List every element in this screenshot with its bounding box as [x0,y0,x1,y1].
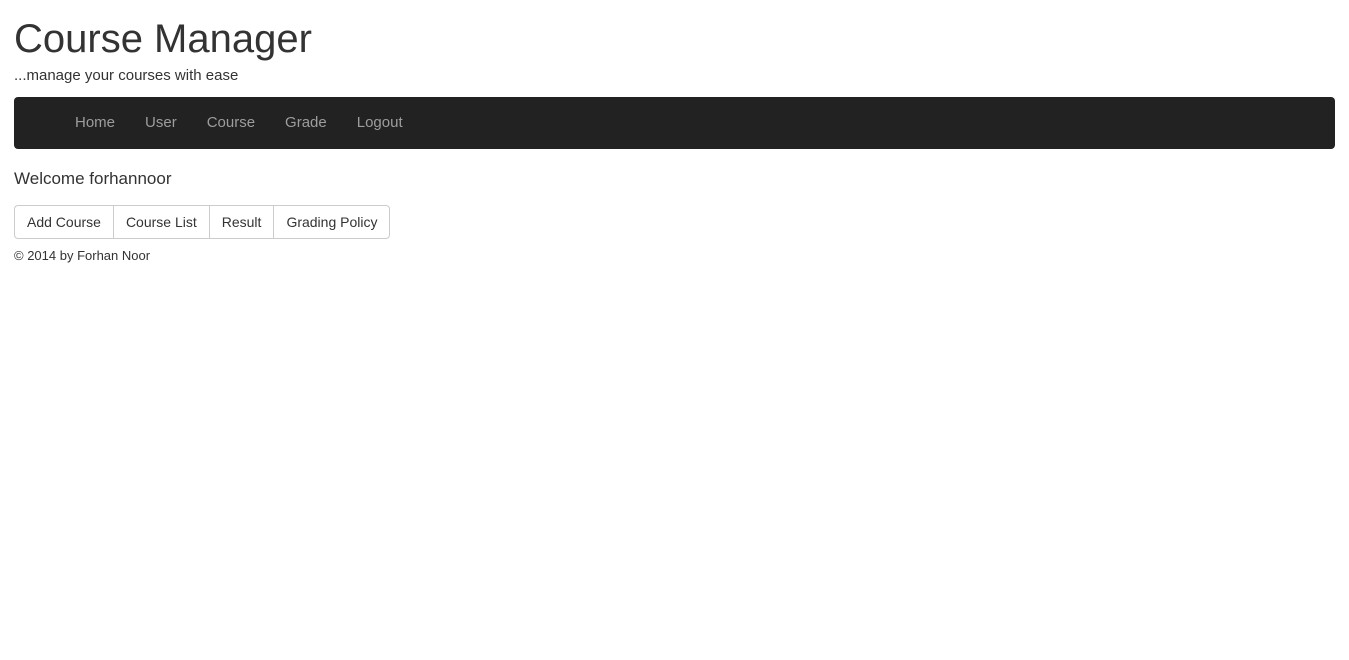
nav-link-grade[interactable]: Grade [270,97,342,149]
page-container: Course Manager ...manage your courses wi… [14,0,1335,265]
welcome-message: Welcome forhannoor [14,169,172,188]
nav-item-logout: Logout [342,97,418,149]
course-actions-button-group: Add Course Course List Result Grading Po… [14,205,391,239]
nav-item-grade: Grade [270,97,342,149]
page-footer: © 2014 by Forhan Noor [14,247,1335,265]
page-root: Course Manager ...manage your courses wi… [0,0,1349,660]
result-button[interactable]: Result [208,205,274,239]
navbar-list: Home User Course Grade Logout [14,97,418,149]
main-content: Welcome forhannoor Add Course Course Lis… [14,149,1335,265]
nav-item-user: User [130,97,192,149]
copyright-text: © 2014 by Forhan Noor [14,248,151,263]
nav-item-home: Home [60,97,130,149]
page-tagline: ...manage your courses with ease [14,67,239,84]
page-header: Course Manager ...manage your courses wi… [14,0,1335,86]
grading-policy-button[interactable]: Grading Policy [273,205,391,239]
nav-link-user[interactable]: User [130,97,192,149]
main-navbar: Home User Course Grade Logout [14,97,1335,149]
nav-item-course: Course [192,97,270,149]
nav-link-course[interactable]: Course [192,97,270,149]
course-list-button[interactable]: Course List [112,205,209,239]
page-title: Course Manager [14,17,312,61]
add-course-button[interactable]: Add Course [14,205,113,239]
nav-link-logout[interactable]: Logout [342,97,418,149]
nav-link-home[interactable]: Home [60,97,130,149]
